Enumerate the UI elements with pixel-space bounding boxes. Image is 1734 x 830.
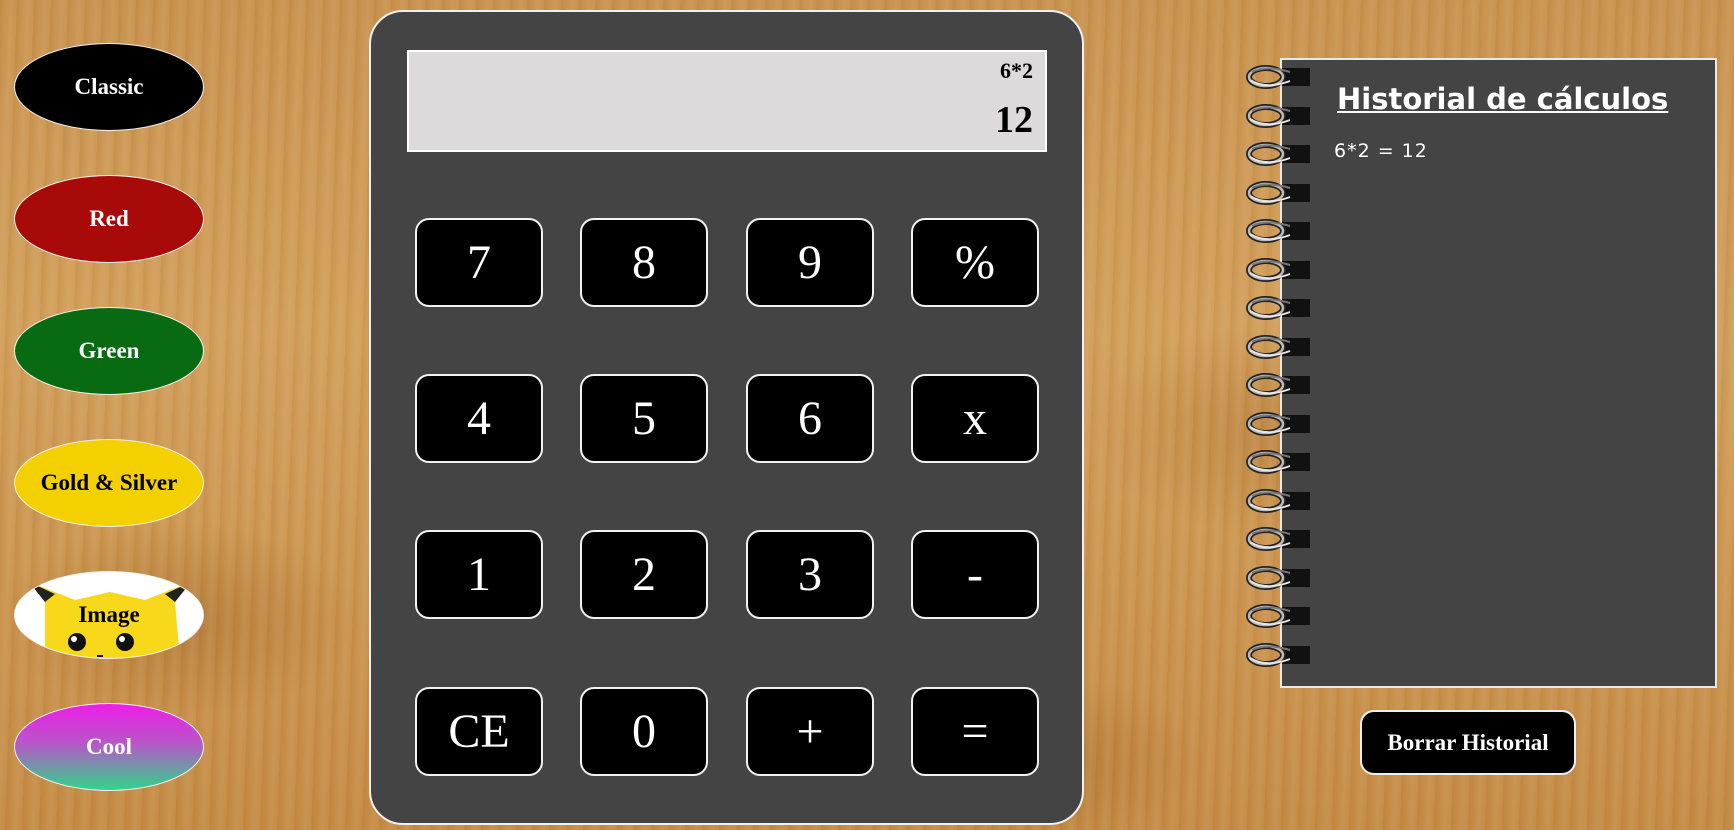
theme-green-button[interactable]: Green [14, 307, 204, 395]
theme-green-label: Green [78, 338, 140, 363]
spiral-ring-icon [1246, 642, 1310, 667]
theme-gold-silver-button[interactable]: Gold & Silver [14, 439, 204, 527]
history-notebook: Historial de cálculos 6*2 = 12 [1280, 58, 1717, 688]
theme-classic-button[interactable]: Classic [14, 43, 204, 131]
spiral-ring-icon [1246, 334, 1310, 359]
display-expression: 6*2 [1000, 58, 1033, 83]
key-5-button[interactable]: 5 [580, 374, 708, 463]
spiral-ring-icon [1246, 180, 1310, 205]
spiral-ring-icon [1246, 604, 1310, 628]
spiral-ring-icon [1246, 488, 1310, 513]
key-6-button[interactable]: 6 [746, 374, 874, 463]
key-9-button[interactable]: 9 [746, 218, 874, 307]
key-1-button[interactable]: 1 [415, 530, 543, 619]
key-0-button[interactable]: 0 [580, 687, 708, 776]
spiral-ring-icon [1246, 142, 1310, 166]
key-2-button[interactable]: 2 [580, 530, 708, 619]
key-minus-button[interactable]: - [911, 530, 1039, 619]
key-percent-button[interactable]: % [911, 218, 1039, 307]
spiral-ring-icon [1246, 219, 1310, 243]
history-entry: 6*2 = 12 [1334, 140, 1428, 162]
key-clear-entry-button[interactable]: CE [415, 687, 543, 776]
history-title: Historial de cálculos [1337, 82, 1669, 116]
clear-history-button[interactable]: Borrar Historial [1360, 710, 1576, 775]
theme-classic-label: Classic [74, 74, 144, 99]
spiral-ring-icon [1246, 411, 1310, 436]
calculator-display: 6*2 12 [407, 50, 1047, 152]
theme-red-button[interactable]: Red [14, 175, 204, 263]
key-plus-button[interactable]: + [746, 687, 874, 776]
key-4-button[interactable]: 4 [415, 374, 543, 463]
calculator-body: 6*2 12 7 8 9 % 4 5 6 x 1 2 3 - CE 0 + = [369, 10, 1084, 825]
key-7-button[interactable]: 7 [415, 218, 543, 307]
spiral-ring-icon [1246, 65, 1310, 89]
display-result: 12 [995, 99, 1033, 141]
spiral-ring-icon [1246, 296, 1310, 320]
spiral-ring-icon [1246, 257, 1310, 282]
spiral-ring-icon [1246, 373, 1310, 397]
theme-image-button[interactable]: Image [14, 571, 204, 659]
notebook-spiral-binding [1246, 58, 1312, 688]
key-8-button[interactable]: 8 [580, 218, 708, 307]
spiral-ring-icon [1246, 450, 1310, 474]
key-equals-button[interactable]: = [911, 687, 1039, 776]
spiral-ring-icon [1246, 103, 1310, 128]
theme-cool-label: Cool [86, 734, 132, 759]
theme-image-label: Image [78, 602, 140, 627]
theme-gold-silver-label: Gold & Silver [40, 470, 178, 495]
theme-red-label: Red [89, 206, 129, 231]
theme-cool-button[interactable]: Cool [14, 703, 204, 791]
spiral-ring-icon [1246, 565, 1310, 590]
spiral-ring-icon [1246, 527, 1310, 551]
key-3-button[interactable]: 3 [746, 530, 874, 619]
key-multiply-button[interactable]: x [911, 374, 1039, 463]
